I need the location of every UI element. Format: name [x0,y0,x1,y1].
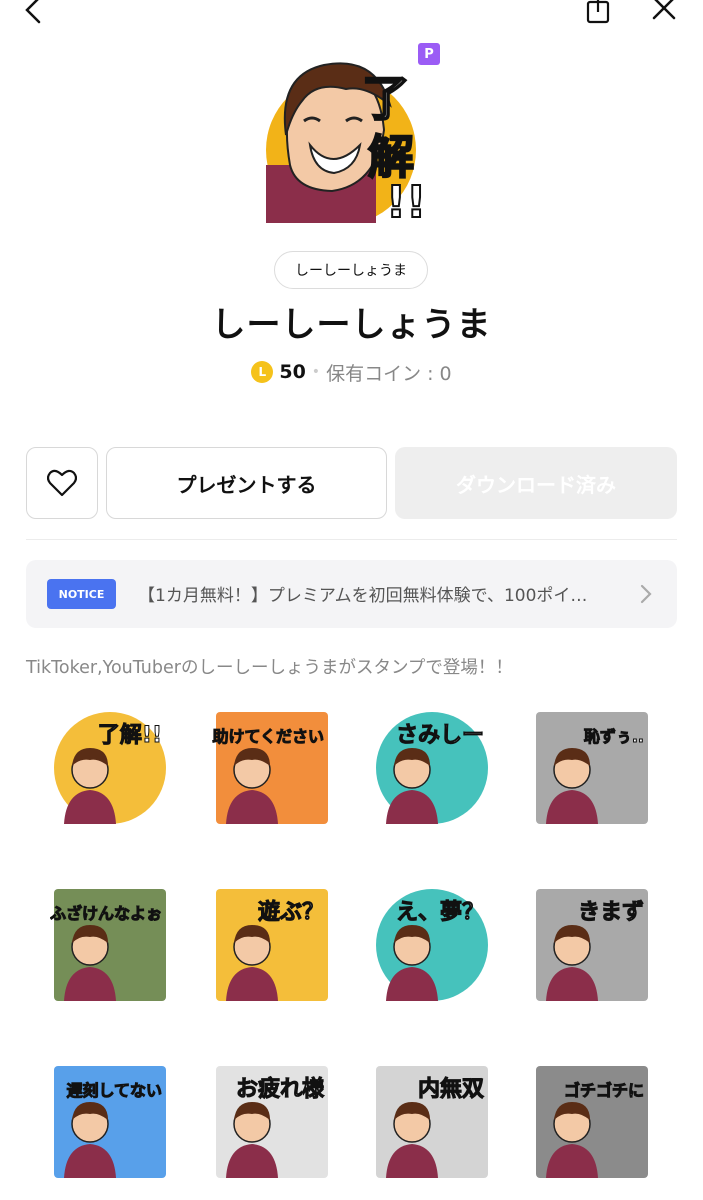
sticker-image: 了解!! [54,712,166,824]
sticker-item[interactable]: 了解!! [50,708,170,828]
sticker-item[interactable]: 内無双 [372,1062,492,1182]
notice-badge: NOTICE [47,579,116,609]
sticker-caption: え、夢？ [396,900,484,925]
sticker-caption: ふざけんなよぉ [50,904,162,923]
sticker-caption: 遅刻してない [66,1081,162,1100]
sticker-item[interactable]: 遊ぶ？ [212,885,332,1005]
sticker-caption: 助けてください [212,727,324,746]
author-chip[interactable]: しーしーしょうま [274,251,428,289]
sticker-caption: さみしー [396,723,484,748]
notice-text: 【1カ月無料！】プレミアムを初回無料体験で、100ポイ… [138,586,588,606]
sticker-caption: 遊ぶ？ [258,899,324,925]
description: TikToker,YouTuberのしーしーしょうまがスタンプで登場！！ [26,658,513,678]
sticker-image: え、夢？ [376,889,488,1001]
sticker-image: 遅刻してない [54,1066,166,1178]
top-bar [0,0,703,30]
sticker-item[interactable]: 恥ずぅ.. [532,708,652,828]
sticker-image: 遊ぶ？ [216,889,328,1001]
main-sticker-image: 了 解 !! [266,45,441,229]
sticker-image: さみしー [376,712,488,824]
chevron-left-icon[interactable] [12,0,52,28]
sticker-item[interactable]: ふざけんなよぉ [49,885,170,1005]
page-title: しーしーしょうま [211,305,492,345]
present-button[interactable]: プレゼントする [106,447,387,519]
download-button[interactable]: ダウンロード済み [395,447,677,519]
sticker-caption: ゴチゴチに [564,1081,644,1100]
share-icon[interactable] [578,0,618,28]
price-value: 50 [279,361,306,383]
divider [26,539,677,540]
sticker-caption: 恥ずぅ.. [584,727,644,746]
chevron-right-icon [636,582,656,606]
sticker-item[interactable]: 遅刻してない [50,1062,170,1182]
sticker-caption: お疲れ様 [236,1076,325,1102]
separator-dot: • [311,364,321,380]
svg-text:了: 了 [362,71,410,127]
sticker-image: お疲れ様 [216,1066,328,1178]
sticker-item[interactable]: え、夢？ [372,885,492,1005]
sticker-caption: 了解!! [98,722,162,748]
sticker-image: 助けてください [212,712,328,824]
sticker-image: 恥ずぅ.. [536,712,648,824]
sticker-item[interactable]: ゴチゴチに [532,1062,652,1182]
sticker-image: きまず [536,889,648,1001]
sticker-caption: 内無双 [418,1076,484,1102]
sticker-image: 内無双 [376,1066,488,1178]
svg-text:解: 解 [368,130,414,184]
close-icon[interactable] [644,0,684,28]
owned-coins: 保有コイン : 0 [326,362,452,385]
premium-badge: P [418,43,440,65]
like-button[interactable] [26,447,98,519]
sticker-item[interactable]: さみしー [372,708,492,828]
sticker-item[interactable]: お疲れ様 [212,1062,332,1182]
notice-banner[interactable]: NOTICE 【1カ月無料！】プレミアムを初回無料体験で、100ポイ… [26,560,677,628]
price-row: L 50 • 保有コイン : 0 [0,358,703,386]
sticker-item[interactable]: きまず [532,885,652,1005]
heart-icon [47,469,77,497]
sticker-image: ゴチゴチに [536,1066,648,1178]
line-coin-icon: L [251,361,274,383]
sticker-image: ふざけんなよぉ [49,889,166,1001]
sticker-item[interactable]: 助けてください [212,708,332,828]
sticker-caption: きまず [578,900,644,925]
svg-text:!!: !! [386,177,426,223]
